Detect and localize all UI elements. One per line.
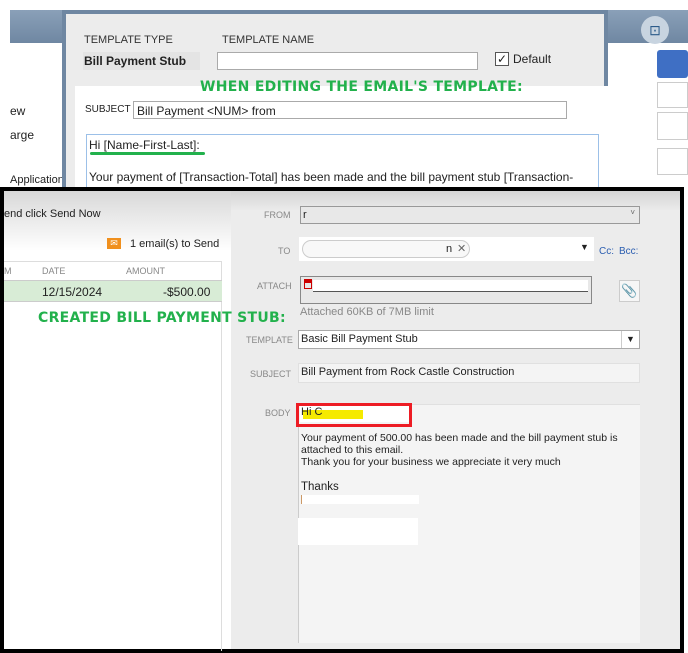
body-line: Your payment of 500.00 has been made and… (301, 432, 618, 444)
body-line: attached to this email. (301, 444, 404, 456)
green-underline (90, 152, 205, 155)
col-header-amount[interactable]: AMOUNT (126, 266, 165, 276)
body-thanks: Thanks (301, 481, 339, 493)
template-name-label: TEMPLATE NAME (222, 34, 315, 46)
annotation-editing: WHEN EDITING THE EMAIL'S TEMPLATE: (200, 79, 523, 95)
subject-value: Bill Payment <NUM> from (137, 104, 276, 118)
cc-link[interactable]: Cc: (599, 246, 614, 257)
dropdown-arrow-icon: ▼ (621, 331, 639, 348)
attachment-box[interactable] (300, 276, 592, 304)
attach-note: Attached 60KB of 7MB limit (300, 306, 434, 318)
instruction-text: end click Send Now (4, 208, 101, 220)
attach-label: ATTACH (257, 281, 292, 291)
side-button[interactable] (657, 148, 688, 175)
email-count: 1 email(s) to Send (130, 238, 220, 250)
from-value: r (303, 209, 307, 221)
from-label: FROM (264, 210, 291, 220)
bg-item[interactable]: Application (10, 174, 64, 186)
to-dropdown-icon[interactable]: ▼ (580, 242, 589, 252)
col-header-date[interactable]: DATE (42, 266, 65, 276)
row-amount: -$500.00 (163, 285, 211, 299)
from-select[interactable]: r ˅ (300, 206, 640, 224)
template-value: Basic Bill Payment Stub (301, 333, 418, 345)
close-icon[interactable]: ✕ (457, 242, 466, 255)
subject-field[interactable]: Bill Payment from Rock Castle Constructi… (298, 363, 640, 383)
subject-label: SUBJECT (85, 104, 131, 115)
side-button-primary[interactable] (657, 50, 688, 78)
side-button[interactable] (657, 112, 688, 140)
attachment-name (313, 280, 588, 292)
bg-item[interactable]: arge (10, 128, 34, 142)
screenshot-icon[interactable]: ⊡ (641, 16, 669, 44)
pdf-icon (304, 279, 312, 289)
body-label: BODY (265, 408, 291, 418)
bg-item[interactable]: ew (10, 104, 25, 118)
signature-redacted (301, 495, 419, 504)
template-select[interactable]: Basic Bill Payment Stub ▼ (298, 330, 640, 349)
row-date: 12/15/2024 (42, 285, 103, 299)
red-highlight-box (296, 403, 412, 427)
template-type-value: Bill Payment Stub (83, 52, 200, 70)
body-greeting: Hi [Name-First-Last]: (89, 138, 200, 152)
body-line: Thank you for your business we appreciat… (301, 456, 561, 468)
chevron-down-icon: ˅ (630, 208, 635, 217)
envelope-icon: ✉ (107, 238, 121, 249)
annotation-created: CREATED BILL PAYMENT STUB: (38, 310, 286, 326)
template-type-label: TEMPLATE TYPE (84, 34, 173, 46)
col-header[interactable]: M (4, 266, 12, 276)
subject-value-email: Bill Payment from Rock Castle Constructi… (301, 366, 515, 378)
subject-input[interactable]: Bill Payment <NUM> from (133, 101, 567, 119)
side-button[interactable] (657, 82, 688, 108)
default-label: Default (513, 52, 552, 66)
app-header-left (10, 10, 65, 43)
default-checkbox[interactable]: ✓ (495, 52, 509, 66)
paperclip-button[interactable]: 📎 (619, 280, 640, 302)
body-line: Your payment of [Transaction-Total] has … (89, 170, 574, 184)
paperclip-icon: 📎 (621, 283, 638, 298)
recipient-pill[interactable]: n ✕ (302, 240, 470, 258)
to-label: TO (278, 246, 291, 256)
bcc-link[interactable]: Bcc: (619, 246, 638, 257)
recipient-value: n (446, 243, 453, 255)
subject-label-email: SUBJECT (250, 369, 292, 379)
signature-block-redacted (298, 518, 418, 545)
template-name-input[interactable] (217, 52, 478, 70)
template-label: TEMPLATE (246, 335, 293, 345)
